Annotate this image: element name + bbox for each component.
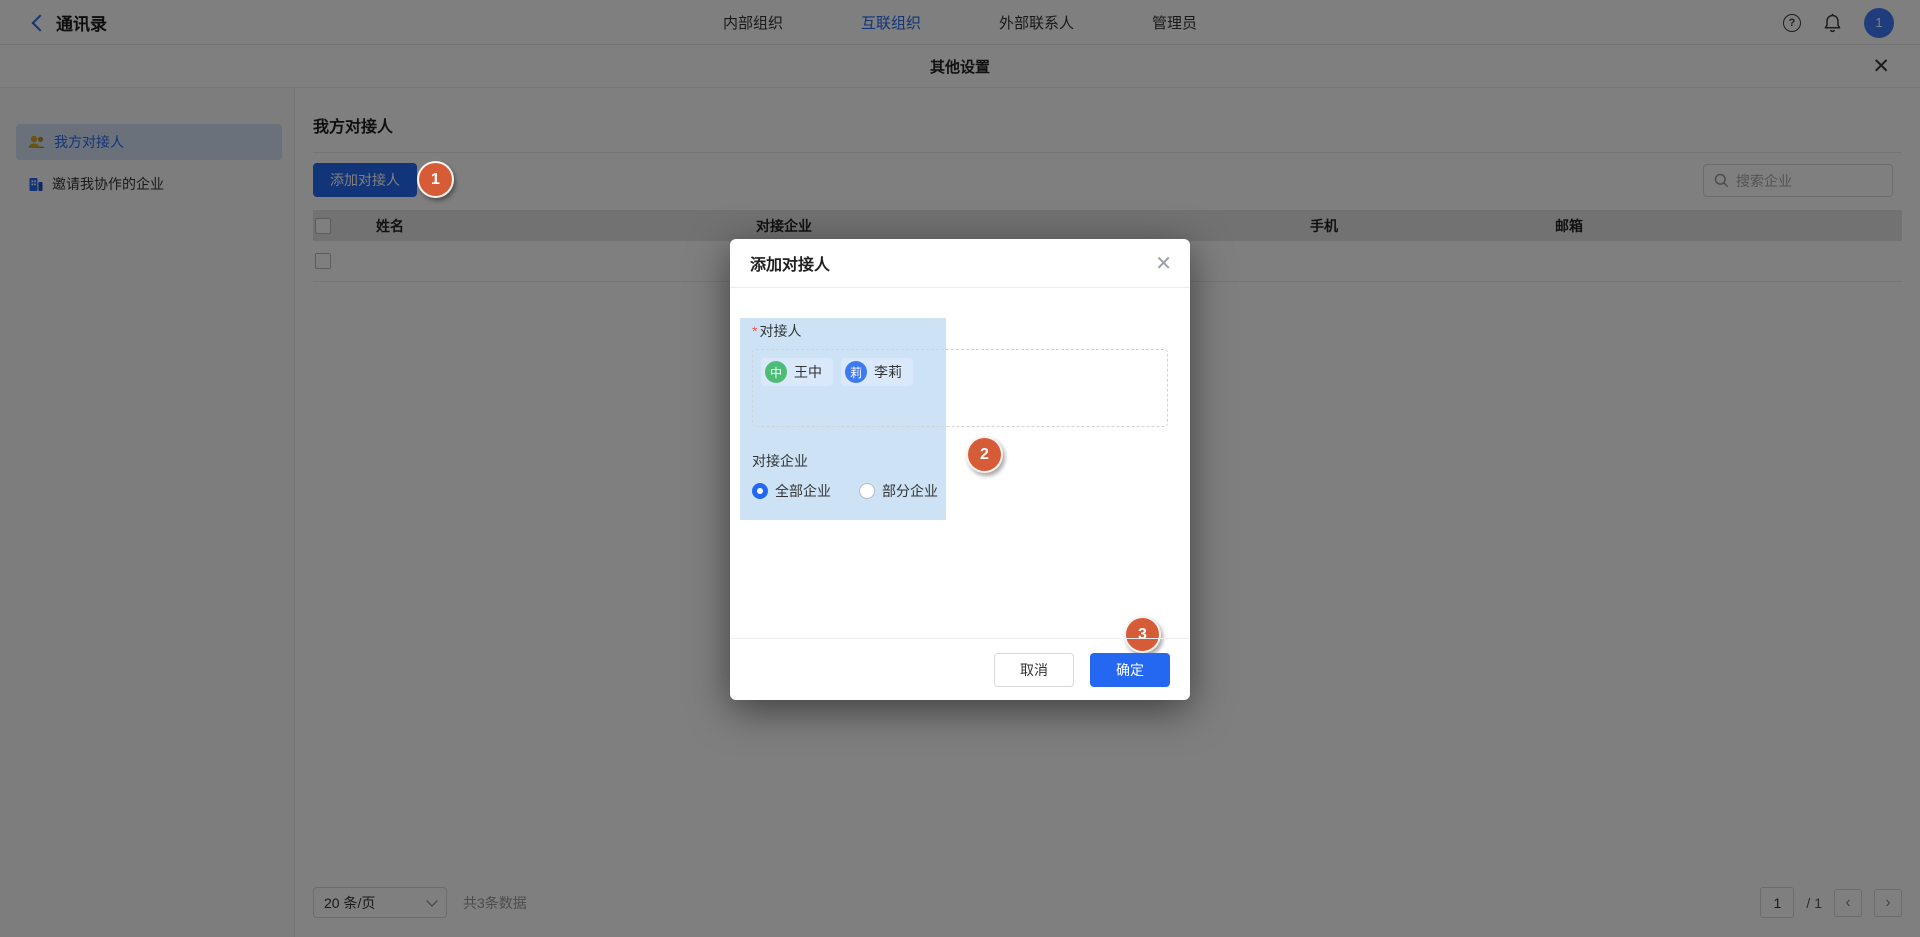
app-window: 通讯录 内部组织 互联组织 外部联系人 管理员 ? 1 其他设置 ✕ (0, 0, 1920, 937)
step-badge-2: 2 (966, 436, 1003, 473)
enterprise-radio-group: 全部企业 部分企业 (752, 481, 938, 501)
add-contact-dialog: 添加对接人 ✕ *对接人 中 王中 莉 李莉 对接企业 全部企业 (730, 239, 1190, 700)
dialog-footer: 取消 确定 (730, 638, 1190, 700)
dialog-title: 添加对接人 (750, 251, 830, 275)
member-name: 王中 (794, 362, 822, 382)
radio-all-enterprises[interactable]: 全部企业 (752, 481, 831, 501)
dialog-close-icon[interactable]: ✕ (1155, 239, 1172, 288)
contact-picker-area[interactable]: 中 王中 莉 李莉 (752, 349, 1168, 427)
contact-field-label: *对接人 (752, 321, 801, 341)
member-chip[interactable]: 中 王中 (761, 358, 833, 386)
member-name: 李莉 (874, 362, 902, 382)
member-avatar: 莉 (845, 361, 867, 383)
member-chip[interactable]: 莉 李莉 (841, 358, 913, 386)
confirm-button[interactable]: 确定 (1090, 653, 1170, 687)
radio-unselected-icon (859, 483, 875, 499)
cancel-button[interactable]: 取消 (994, 653, 1074, 687)
radio-partial-enterprises[interactable]: 部分企业 (859, 481, 938, 501)
radio-selected-icon (752, 483, 768, 499)
enterprise-field-label: 对接企业 (752, 451, 808, 471)
step-badge-1: 1 (417, 161, 454, 198)
required-mark: * (752, 323, 757, 339)
member-avatar: 中 (765, 361, 787, 383)
dialog-header: 添加对接人 ✕ (730, 239, 1190, 288)
